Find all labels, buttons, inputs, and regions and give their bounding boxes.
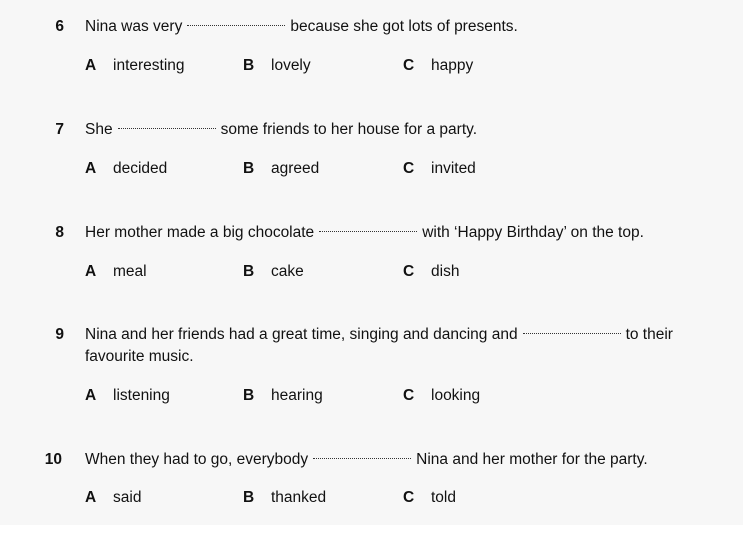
- option-letter: B: [243, 263, 255, 280]
- option-b[interactable]: Bhearing: [243, 385, 323, 407]
- stem-before-blank: She: [85, 121, 113, 138]
- question-stem: When they had to go, everybody Nina and h…: [85, 449, 721, 471]
- option-c[interactable]: Cinvited: [403, 158, 476, 180]
- option-c[interactable]: Cdish: [403, 261, 459, 283]
- option-letter: A: [85, 57, 97, 74]
- option-text: interesting: [113, 57, 185, 74]
- stem-before-blank: When they had to go, everybody: [85, 451, 309, 468]
- option-text: hearing: [271, 387, 323, 404]
- answer-blank: [313, 457, 412, 459]
- question-number: 9: [55, 326, 64, 343]
- option-letter: B: [243, 160, 255, 177]
- option-letter: C: [403, 263, 415, 280]
- option-letter: B: [243, 489, 255, 506]
- option-text: agreed: [271, 160, 320, 177]
- option-b[interactable]: Bcake: [243, 261, 304, 283]
- option-b[interactable]: Blovely: [243, 55, 311, 77]
- option-text: dish: [431, 263, 460, 280]
- option-text: meal: [113, 263, 147, 280]
- option-letter: C: [403, 489, 415, 506]
- option-letter: A: [85, 387, 97, 404]
- option-text: decided: [113, 160, 168, 177]
- options-row: Asaid Bthanked Ctold: [85, 487, 645, 509]
- option-a[interactable]: Ainteresting: [85, 55, 185, 77]
- answer-blank: [187, 24, 286, 26]
- options-row: Ameal Bcake Cdish: [85, 261, 645, 283]
- option-text: listening: [113, 387, 170, 404]
- option-text: looking: [431, 387, 481, 404]
- question-number: 7: [55, 121, 64, 138]
- option-letter: A: [85, 263, 97, 280]
- option-text: cake: [271, 263, 304, 280]
- option-text: lovely: [271, 57, 311, 74]
- option-text: told: [431, 489, 456, 506]
- option-c[interactable]: Ctold: [403, 487, 456, 509]
- question-number: 10: [44, 451, 62, 468]
- option-letter: C: [403, 387, 415, 404]
- option-text: said: [113, 489, 142, 506]
- question-stem: She some friends to her house for a party…: [85, 119, 721, 141]
- option-text: invited: [431, 160, 476, 177]
- stem-after-blank: with ‘Happy Birthday’ on the top.: [422, 224, 644, 241]
- option-a[interactable]: Alistening: [85, 385, 170, 407]
- options-row: Alistening Bhearing Clooking: [85, 385, 645, 407]
- option-letter: A: [85, 160, 97, 177]
- answer-blank: [319, 230, 418, 232]
- option-b[interactable]: Bagreed: [243, 158, 319, 180]
- option-c[interactable]: Chappy: [403, 55, 473, 77]
- option-letter: B: [243, 387, 255, 404]
- stem-after-blank: some friends to her house for a party.: [220, 121, 478, 138]
- options-row: Ainteresting Blovely Chappy: [85, 55, 645, 77]
- question-stem: Nina was very because she got lots of pre…: [85, 16, 721, 38]
- question-number: 6: [55, 18, 64, 35]
- option-c[interactable]: Clooking: [403, 385, 480, 407]
- question-stem: Her mother made a big chocolate with ‘Hap…: [85, 222, 721, 244]
- option-letter: B: [243, 57, 255, 74]
- answer-blank: [522, 332, 621, 334]
- stem-after-blank: because she got lots of presents.: [290, 18, 518, 35]
- stem-before-blank: Her mother made a big chocolate: [85, 224, 315, 241]
- option-letter: C: [403, 160, 415, 177]
- question-number: 8: [55, 224, 64, 241]
- option-letter: A: [85, 489, 97, 506]
- option-text: thanked: [271, 489, 327, 506]
- option-a[interactable]: Ameal: [85, 261, 147, 283]
- answer-blank: [117, 127, 216, 129]
- option-letter: C: [403, 57, 415, 74]
- options-row: Adecided Bagreed Cinvited: [85, 158, 645, 180]
- stem-after-blank: Nina and her mother for the party.: [416, 451, 648, 468]
- stem-before-blank: Nina and her friends had a great time, s…: [85, 326, 518, 343]
- question-stem: Nina and her friends had a great time, s…: [85, 324, 721, 368]
- option-b[interactable]: Bthanked: [243, 487, 326, 509]
- option-a[interactable]: Adecided: [85, 158, 167, 180]
- option-text: happy: [431, 57, 474, 74]
- option-a[interactable]: Asaid: [85, 487, 141, 509]
- stem-before-blank: Nina was very: [85, 18, 183, 35]
- worksheet-page: 6 Nina was very because she got lots of p…: [0, 0, 743, 525]
